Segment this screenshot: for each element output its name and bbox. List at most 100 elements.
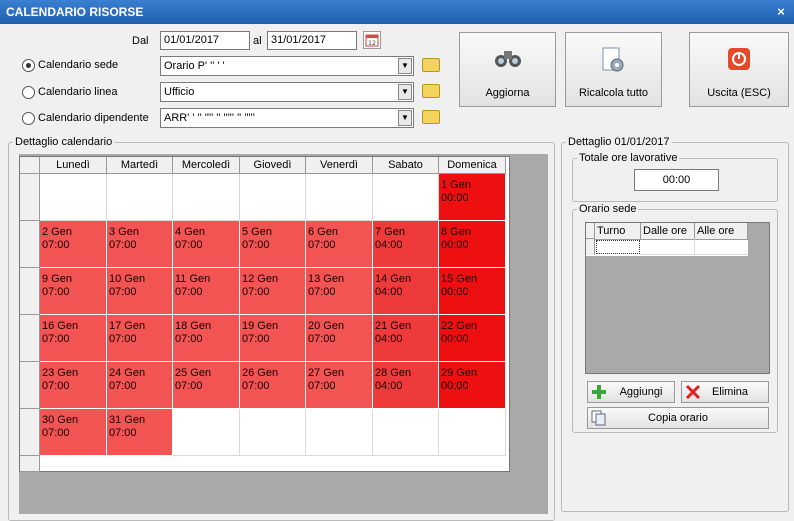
week-row-header[interactable]	[20, 174, 40, 221]
chevron-down-icon[interactable]: ▼	[398, 58, 412, 74]
calendar-day-cell[interactable]: 19 Gen 07:00	[240, 315, 306, 362]
calendar-day-cell[interactable]: 21 Gen 04:00	[373, 315, 439, 362]
linea-combo[interactable]: Ufficio ▼	[160, 82, 414, 102]
calendar-day-cell[interactable]: 30 Gen 07:00	[40, 409, 107, 456]
totale-ore-field[interactable]: 00:00	[634, 169, 719, 191]
empty-day-cell[interactable]	[373, 409, 439, 456]
day-header[interactable]: Giovedì	[240, 157, 306, 174]
day-date: 3 Gen	[109, 226, 139, 238]
calendar-day-cell[interactable]: 20 Gen 07:00	[306, 315, 373, 362]
day-header[interactable]: Venerdì	[306, 157, 373, 174]
week-row-header[interactable]	[20, 362, 40, 409]
calendar-day-cell[interactable]: 23 Gen 07:00	[40, 362, 107, 409]
week-row-header[interactable]	[20, 409, 40, 456]
empty-day-cell[interactable]	[240, 409, 306, 456]
calendar-day-cell[interactable]: 26 Gen 07:00	[240, 362, 306, 409]
empty-day-cell[interactable]	[173, 174, 240, 221]
x-icon	[685, 384, 701, 400]
calendar-day-cell[interactable]: 16 Gen 07:00	[40, 315, 107, 362]
calendar-day-cell[interactable]: 5 Gen 07:00	[240, 221, 306, 268]
week-row-header[interactable]	[20, 268, 40, 315]
uscita-button[interactable]: Uscita (ESC)	[689, 32, 789, 107]
dipendente-combo[interactable]: ARR' ' '' '''' '' ''''' '' ''''' ▼	[160, 108, 414, 128]
folder-icon[interactable]	[422, 110, 440, 124]
calendar-day-cell[interactable]: 1 Gen 00:00	[439, 174, 506, 221]
chevron-down-icon[interactable]: ▼	[398, 84, 412, 100]
day-header[interactable]: Mercoledì	[173, 157, 240, 174]
day-date: 20 Gen	[308, 320, 345, 332]
calendar-day-cell[interactable]: 9 Gen 07:00	[40, 268, 107, 315]
calendar-day-cell[interactable]: 22 Gen 00:00	[439, 315, 506, 362]
day-hours: 04:00	[375, 380, 403, 392]
chevron-down-icon[interactable]: ▼	[398, 110, 412, 126]
empty-day-cell[interactable]	[306, 409, 373, 456]
calendar-day-cell[interactable]: 17 Gen 07:00	[107, 315, 173, 362]
calendar-day-cell[interactable]: 15 Gen 00:00	[439, 268, 506, 315]
title-bar: CALENDARIO RISORSE ×	[0, 0, 794, 24]
calendar-day-cell[interactable]: 27 Gen 07:00	[306, 362, 373, 409]
elimina-button[interactable]: Elimina	[681, 381, 769, 403]
day-date: 8 Gen	[441, 226, 471, 238]
aggiorna-button[interactable]: Aggiorna	[459, 32, 556, 107]
calendar-day-cell[interactable]: 7 Gen 04:00	[373, 221, 439, 268]
day-date: 12 Gen	[242, 273, 279, 285]
dal-date-field[interactable]: 01/01/2017	[160, 31, 250, 50]
radio-calendario-dipendente[interactable]	[22, 112, 35, 125]
day-header[interactable]: Sabato	[373, 157, 439, 174]
dalle-ore-cell[interactable]	[641, 239, 695, 255]
copia-orario-button[interactable]: Copia orario	[587, 407, 769, 429]
alle-ore-cell[interactable]	[695, 239, 748, 255]
calendario-dipendente-label: Calendario dipendente	[38, 112, 149, 124]
empty-day-cell[interactable]	[107, 174, 173, 221]
calendar-day-cell[interactable]: 11 Gen 07:00	[173, 268, 240, 315]
day-date: 9 Gen	[42, 273, 72, 285]
ricalcola-button[interactable]: Ricalcola tutto	[565, 32, 662, 107]
calendar-day-cell[interactable]: 14 Gen 04:00	[373, 268, 439, 315]
empty-day-cell[interactable]	[240, 174, 306, 221]
calendar-day-cell[interactable]: 3 Gen 07:00	[107, 221, 173, 268]
empty-day-cell[interactable]	[306, 174, 373, 221]
empty-day-cell[interactable]	[173, 409, 240, 456]
sede-combo[interactable]: Orario P' '' ' ' ▼	[160, 56, 414, 76]
day-hours: 07:00	[242, 333, 270, 345]
col-alle-ore[interactable]: Alle ore	[695, 223, 748, 240]
calendar-day-cell[interactable]: 6 Gen 07:00	[306, 221, 373, 268]
col-dalle-ore[interactable]: Dalle ore	[641, 223, 695, 240]
col-turno[interactable]: Turno	[595, 223, 641, 240]
aggiungi-button[interactable]: Aggiungi	[587, 381, 675, 403]
al-label: al	[253, 35, 262, 47]
calendar-day-cell[interactable]: 2 Gen 07:00	[40, 221, 107, 268]
calendar-day-cell[interactable]: 12 Gen 07:00	[240, 268, 306, 315]
empty-day-cell[interactable]	[40, 174, 107, 221]
folder-icon[interactable]	[422, 58, 440, 72]
calendar-day-cell[interactable]: 13 Gen 07:00	[306, 268, 373, 315]
calendar-day-cell[interactable]: 24 Gen 07:00	[107, 362, 173, 409]
week-row-header[interactable]	[20, 221, 40, 268]
radio-calendario-linea[interactable]	[22, 86, 35, 99]
calendar-picker-icon[interactable]: 12	[363, 31, 381, 49]
week-row-header[interactable]	[20, 315, 40, 362]
calendar-day-cell[interactable]: 18 Gen 07:00	[173, 315, 240, 362]
calendar-day-cell[interactable]: 25 Gen 07:00	[173, 362, 240, 409]
folder-icon[interactable]	[422, 84, 440, 98]
calendar-day-cell[interactable]: 29 Gen 00:00	[439, 362, 506, 409]
calendar-day-cell[interactable]: 10 Gen 07:00	[107, 268, 173, 315]
day-hours: 07:00	[175, 286, 203, 298]
day-date: 30 Gen	[42, 414, 79, 426]
radio-calendario-sede[interactable]	[22, 59, 35, 72]
close-icon[interactable]: ×	[772, 0, 790, 24]
calendar-day-cell[interactable]: 8 Gen 00:00	[439, 221, 506, 268]
empty-day-cell[interactable]	[373, 174, 439, 221]
day-header[interactable]: Lunedì	[40, 157, 107, 174]
day-hours: 07:00	[42, 427, 70, 439]
day-header[interactable]: Martedì	[107, 157, 173, 174]
empty-day-cell[interactable]	[439, 409, 506, 456]
calendar-day-cell[interactable]: 31 Gen 07:00	[107, 409, 173, 456]
new-row-header[interactable]	[20, 456, 40, 472]
calendar-day-cell[interactable]: 28 Gen 04:00	[373, 362, 439, 409]
al-date-field[interactable]: 31/01/2017	[267, 31, 357, 50]
svg-text:12: 12	[368, 40, 376, 47]
turno-cell[interactable]	[596, 240, 640, 254]
day-header[interactable]: Domenica	[439, 157, 506, 174]
calendar-day-cell[interactable]: 4 Gen 07:00	[173, 221, 240, 268]
